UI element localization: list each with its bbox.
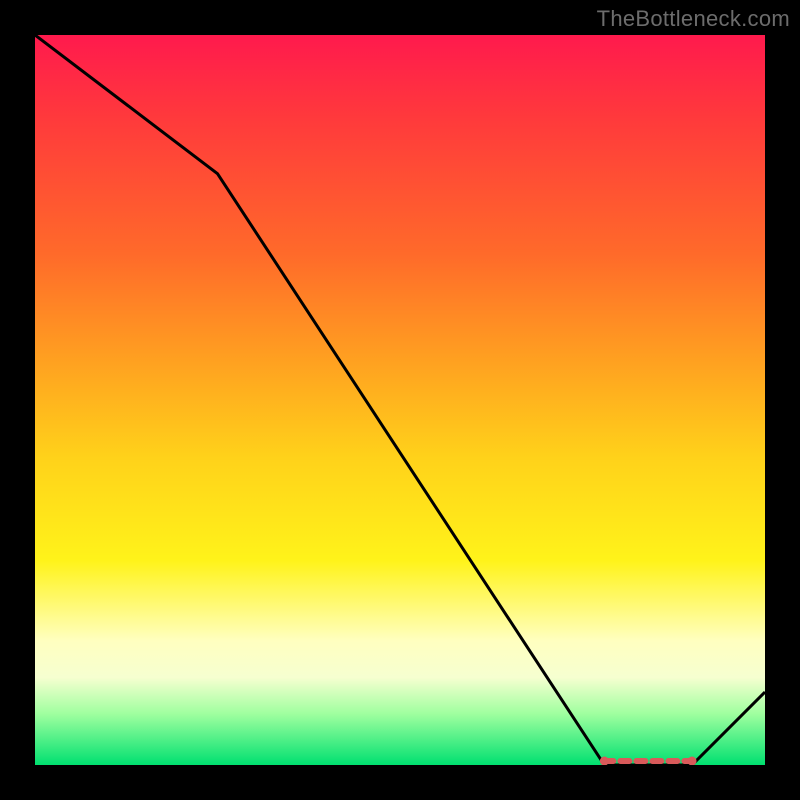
plot-area [35, 35, 765, 765]
chart-svg [35, 35, 765, 765]
watermark-label: TheBottleneck.com [597, 6, 790, 32]
chart-line-group [35, 35, 765, 765]
chart-container: TheBottleneck.com [0, 0, 800, 800]
